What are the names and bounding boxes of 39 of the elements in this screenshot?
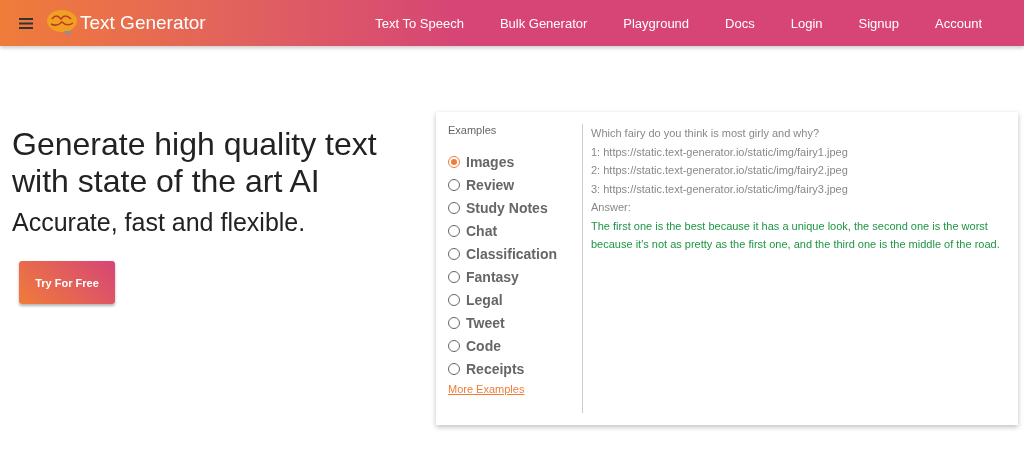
option-label: Images (466, 153, 515, 170)
nav-link[interactable]: Login (772, 15, 841, 31)
menu-icon[interactable] (19, 17, 33, 29)
option-label: Chat (466, 222, 498, 239)
nav-link[interactable]: Bulk Generator (481, 15, 606, 31)
example-radio-option[interactable]: Receipts (448, 357, 582, 380)
option-label: Review (466, 176, 515, 193)
answer-text: The first one is the best because it has a unique look, the second one is the worst because it's not as pretty as the first one, and the third one is the middle of the road. (591, 218, 1001, 252)
option-label: Legal (466, 291, 503, 308)
example-radio-option[interactable]: Code (448, 334, 582, 357)
nav-link[interactable]: Docs (707, 15, 773, 31)
option-label: Tweet (466, 314, 505, 331)
option-label: Fantasy (466, 268, 519, 285)
example-radio-option[interactable]: Study Notes (448, 196, 582, 219)
nav-link[interactable]: Account (917, 15, 1024, 31)
hero-title: Generate high quality text with state of the art AI (12, 126, 378, 200)
prompt-line: 2: https://static.text-generator.io/static/img/fairy2.jpeg (591, 163, 849, 178)
prompt-line: 3: https://static.text-generator.io/static/img/fairy3.jpeg (591, 181, 849, 197)
option-label: Classification (466, 245, 558, 262)
option-label: Receipts (466, 360, 525, 377)
examples-heading: Examples (448, 124, 498, 136)
nav-link[interactable]: Signup (840, 15, 917, 31)
hero-subtitle: Accurate, fast and flexible. (12, 208, 307, 237)
example-radio-option[interactable]: Classification (448, 242, 582, 265)
brand-name[interactable]: Text Generator (80, 12, 206, 34)
prompt-line: 1: https://static.text-generator.io/static/img/fairy1.jpeg (591, 144, 849, 160)
nav-link[interactable]: Text To Speech (357, 15, 482, 31)
example-radio-option[interactable]: Legal (448, 288, 582, 311)
example-radio-option[interactable]: Fantasy (448, 265, 582, 288)
option-label: Code (466, 337, 501, 354)
try-for-free-button[interactable]: Try For Free (19, 261, 115, 304)
prompt-line: Answer: (591, 200, 632, 215)
example-radio-option[interactable]: Review (448, 173, 582, 196)
option-label: Study Notes (466, 199, 548, 216)
nav-link[interactable]: Playground (605, 15, 708, 31)
example-radio-option[interactable]: Tweet (448, 311, 582, 334)
example-radio-option[interactable]: Chat (448, 219, 582, 242)
example-radio-option[interactable]: Images (448, 150, 582, 173)
prompt-line: Which fairy do you think is most girly and why? (591, 126, 821, 141)
